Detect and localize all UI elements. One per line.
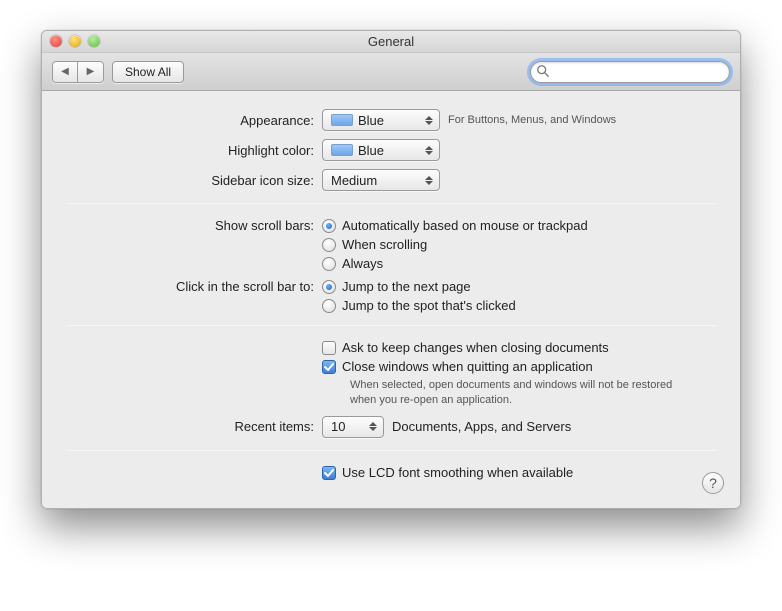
clickscroll-next-page[interactable]: Jump to the next page (322, 279, 471, 294)
sidebar-size-popup[interactable]: Medium (322, 169, 440, 191)
recent-label: Recent items: (66, 419, 322, 434)
radio-icon (322, 257, 336, 271)
window-controls (50, 35, 100, 47)
stepper-arrows-icon (425, 142, 435, 158)
appearance-popup[interactable]: Blue (322, 109, 440, 131)
chevron-right-icon: ▶ (87, 66, 95, 77)
sidebar-label: Sidebar icon size: (66, 173, 322, 188)
appearance-hint: For Buttons, Menus, and Windows (448, 114, 616, 126)
minimize-icon[interactable] (69, 35, 81, 47)
radio-label: Always (342, 256, 383, 271)
divider (66, 325, 716, 326)
checkbox-icon (322, 341, 336, 355)
titlebar: General (42, 31, 740, 53)
radio-label: Jump to the spot that's clicked (342, 298, 516, 313)
chevron-left-icon: ◀ (61, 66, 69, 77)
checkbox-label: Use LCD font smoothing when available (342, 465, 573, 480)
checkbox-label: Ask to keep changes when closing documen… (342, 340, 609, 355)
close-windows-checkbox[interactable]: Close windows when quitting an applicati… (322, 359, 593, 374)
window-title: General (368, 34, 414, 49)
appearance-label: Appearance: (66, 113, 322, 128)
checkbox-icon (322, 360, 336, 374)
clickscroll-label: Click in the scroll bar to: (66, 279, 322, 294)
radio-icon (322, 219, 336, 233)
checkbox-label: Close windows when quitting an applicati… (342, 359, 593, 374)
radio-icon (322, 280, 336, 294)
nav-segment: ◀ ▶ (52, 61, 104, 83)
back-button[interactable]: ◀ (52, 61, 78, 83)
sidebar-size-value: Medium (331, 173, 377, 188)
ask-keep-checkbox[interactable]: Ask to keep changes when closing documen… (322, 340, 609, 355)
help-button[interactable]: ? (702, 472, 724, 494)
radio-label: When scrolling (342, 237, 427, 252)
lcd-smoothing-checkbox[interactable]: Use LCD font smoothing when available (322, 465, 573, 480)
help-icon: ? (709, 475, 717, 491)
preferences-window: General ◀ ▶ Show All Appearance: (41, 30, 741, 509)
divider (66, 203, 716, 204)
scroll-option-when-scrolling[interactable]: When scrolling (322, 237, 427, 252)
recent-items-value: 10 (331, 419, 345, 434)
content-area: Appearance: Blue For Buttons, Menus, and… (42, 91, 740, 508)
show-all-label: Show All (125, 65, 171, 79)
recent-items-popup[interactable]: 10 (322, 416, 384, 438)
highlight-popup[interactable]: Blue (322, 139, 440, 161)
color-swatch-icon (331, 144, 353, 156)
toolbar: ◀ ▶ Show All (42, 53, 740, 91)
stepper-arrows-icon (425, 112, 435, 128)
scrollbars-label: Show scroll bars: (66, 218, 322, 233)
search-field[interactable] (530, 61, 730, 83)
color-swatch-icon (331, 114, 353, 126)
clickscroll-spot[interactable]: Jump to the spot that's clicked (322, 298, 516, 313)
stepper-arrows-icon (369, 419, 379, 435)
highlight-value: Blue (358, 143, 384, 158)
divider (66, 450, 716, 451)
zoom-icon[interactable] (88, 35, 100, 47)
recent-items-suffix: Documents, Apps, and Servers (392, 419, 571, 434)
radio-icon (322, 238, 336, 252)
radio-icon (322, 299, 336, 313)
highlight-label: Highlight color: (66, 143, 322, 158)
search-input[interactable] (530, 61, 730, 83)
appearance-value: Blue (358, 113, 384, 128)
close-windows-hint: When selected, open documents and window… (350, 378, 690, 408)
search-icon (536, 64, 550, 78)
forward-button[interactable]: ▶ (78, 61, 104, 83)
radio-label: Jump to the next page (342, 279, 471, 294)
show-all-button[interactable]: Show All (112, 61, 184, 83)
scroll-option-always[interactable]: Always (322, 256, 383, 271)
checkbox-icon (322, 466, 336, 480)
close-icon[interactable] (50, 35, 62, 47)
radio-label: Automatically based on mouse or trackpad (342, 218, 588, 233)
scroll-option-auto[interactable]: Automatically based on mouse or trackpad (322, 218, 588, 233)
stepper-arrows-icon (425, 172, 435, 188)
